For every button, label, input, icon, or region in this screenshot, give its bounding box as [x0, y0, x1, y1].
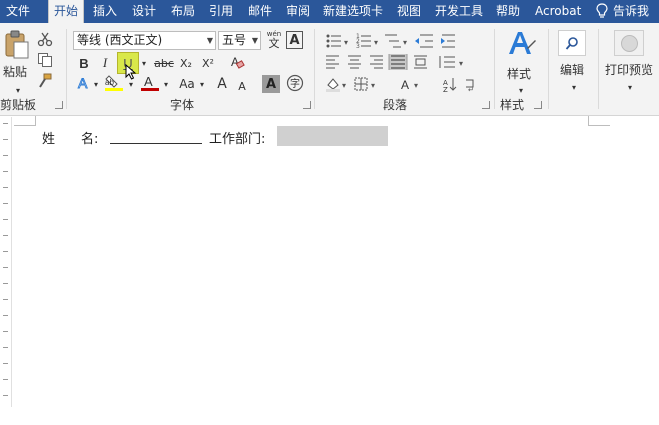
change-case-button[interactable]: Aa	[176, 75, 198, 93]
name-field-label: 姓 名:	[42, 132, 99, 147]
tab-layout[interactable]: 布局	[171, 0, 195, 23]
group-separator	[314, 29, 315, 109]
font-name-value: 等线 (西文正文)	[77, 33, 163, 47]
styles-icon[interactable]	[505, 28, 537, 60]
clear-formatting-icon[interactable]: A	[229, 54, 245, 70]
tab-mailings[interactable]: 邮件	[248, 0, 272, 23]
editing-button-label[interactable]: 编辑	[560, 61, 584, 78]
tab-help[interactable]: 帮助	[496, 0, 520, 23]
text-effects-dropdown-arrow[interactable]: ▾	[92, 75, 100, 93]
vertical-ruler[interactable]	[0, 117, 12, 407]
svg-text:字: 字	[290, 77, 300, 90]
svg-text:▾: ▾	[342, 81, 346, 90]
font-size-value: 五号	[222, 33, 247, 47]
paste-button-label[interactable]: 粘贴	[3, 63, 27, 80]
svg-text:▾: ▾	[374, 38, 378, 47]
styles-button-label[interactable]: 样式	[507, 65, 531, 82]
page-margin-corner-right	[588, 116, 610, 126]
phonetic-guide-char: 文	[268, 36, 280, 50]
styles-dialog-launcher[interactable]	[534, 101, 542, 109]
svg-text:ab: ab	[105, 78, 114, 87]
svg-text:A: A	[78, 75, 88, 91]
bold-button[interactable]: B	[76, 54, 92, 72]
paragraph-group-label: 段落	[383, 98, 408, 112]
group-separator	[66, 29, 67, 109]
print-preview-icon	[621, 35, 638, 52]
chevron-down-icon: ▼	[251, 36, 258, 45]
svg-text:Z: Z	[443, 86, 448, 92]
tab-file[interactable]: 文件	[6, 0, 30, 23]
shrink-font-button[interactable]: A	[235, 77, 249, 95]
svg-text:▾: ▾	[371, 81, 375, 90]
font-color-dropdown-arrow[interactable]: ▾	[162, 75, 170, 93]
editing-icon-box[interactable]	[558, 30, 586, 56]
svg-text:▾: ▾	[459, 59, 463, 68]
svg-text:3: 3	[356, 43, 360, 50]
font-color-icon[interactable]: A	[140, 74, 160, 92]
chevron-down-icon: ▼	[206, 36, 213, 45]
subscript-button[interactable]: X₂	[178, 54, 194, 72]
tab-developer[interactable]: 开发工具	[435, 0, 483, 23]
phonetic-guide-button[interactable]: wén 文	[265, 29, 283, 51]
ribbon-home: 粘贴 ▾ 剪贴板 等线 (西文正文) ▼ 五号 ▼ wén 文 A B I U …	[0, 23, 659, 116]
group-separator	[598, 29, 599, 109]
svg-text:↵: ↵	[468, 86, 474, 92]
alignment-buttons-icon[interactable]: ▾	[325, 54, 475, 70]
department-form-field[interactable]	[277, 126, 388, 146]
print-preview-icon-box[interactable]	[614, 30, 644, 56]
department-field-label: 工作部门:	[209, 132, 266, 147]
tell-me-search[interactable]: 告诉我	[613, 0, 649, 23]
clipboard-dialog-launcher[interactable]	[55, 101, 63, 109]
tab-review[interactable]: 审阅	[286, 0, 310, 23]
document-page[interactable]	[0, 117, 659, 425]
underline-dropdown-arrow[interactable]: ▾	[140, 54, 148, 72]
grow-font-button[interactable]: A	[214, 75, 230, 93]
svg-text:A: A	[144, 74, 153, 89]
font-dialog-launcher[interactable]	[303, 101, 311, 109]
list-buttons-icon[interactable]: ▾ 123 ▾ ▾	[325, 32, 455, 50]
svg-text:▾: ▾	[414, 81, 418, 90]
clipboard-group-label: 剪贴板	[0, 98, 37, 112]
tab-references[interactable]: 引用	[209, 0, 233, 23]
search-icon	[565, 37, 578, 50]
svg-text:▾: ▾	[403, 38, 407, 47]
print-preview-button-label[interactable]: 打印预览	[605, 61, 653, 78]
ribbon-tab-bar: 文件 开始 插入 设计 布局 引用 邮件 审阅 新建选项卡 视图 开发工具 帮助…	[0, 0, 659, 23]
styles-group-label: 样式	[500, 98, 525, 112]
font-size-combo[interactable]: 五号 ▼	[218, 31, 261, 50]
superscript-button[interactable]: X²	[200, 54, 216, 72]
font-group-label: 字体	[170, 98, 195, 112]
lightbulb-icon[interactable]	[596, 3, 608, 19]
paragraph-dialog-launcher[interactable]	[482, 101, 490, 109]
highlight-dropdown-arrow[interactable]: ▾	[127, 75, 135, 93]
tab-view[interactable]: 视图	[397, 0, 421, 23]
format-painter-icon[interactable]	[37, 73, 53, 89]
highlight-icon[interactable]: ab	[104, 74, 124, 92]
enclose-characters-icon[interactable]: 字	[286, 74, 304, 92]
page-margin-corner-left	[14, 116, 36, 126]
tab-insert[interactable]: 插入	[93, 0, 117, 23]
tab-acrobat[interactable]: Acrobat	[535, 0, 581, 23]
shading-borders-sort-icon[interactable]: ▾ ▾ A ▾ AZ ↵	[325, 76, 485, 92]
group-separator	[494, 29, 495, 109]
character-shading-button[interactable]: A	[262, 75, 280, 93]
editing-dropdown-arrow[interactable]: ▾	[566, 78, 582, 96]
text-effects-icon[interactable]: A	[76, 75, 92, 91]
copy-icon[interactable]	[37, 52, 53, 68]
cut-icon[interactable]	[37, 31, 53, 47]
tab-new-tab[interactable]: 新建选项卡	[323, 0, 383, 23]
group-separator	[548, 29, 549, 109]
svg-text:▾: ▾	[344, 38, 348, 47]
tab-home[interactable]: 开始	[48, 0, 84, 23]
paste-icon[interactable]	[4, 30, 30, 60]
character-border-button[interactable]: A	[286, 31, 303, 49]
print-preview-dropdown-arrow[interactable]: ▾	[622, 78, 638, 96]
tab-design[interactable]: 设计	[132, 0, 156, 23]
name-blank-underline[interactable]	[110, 143, 202, 144]
svg-text:A: A	[401, 78, 409, 92]
font-name-combo[interactable]: 等线 (西文正文) ▼	[73, 31, 216, 50]
change-case-dropdown-arrow[interactable]: ▾	[198, 75, 206, 93]
italic-button[interactable]: I	[97, 54, 113, 72]
strikethrough-button[interactable]: abc	[153, 54, 175, 72]
